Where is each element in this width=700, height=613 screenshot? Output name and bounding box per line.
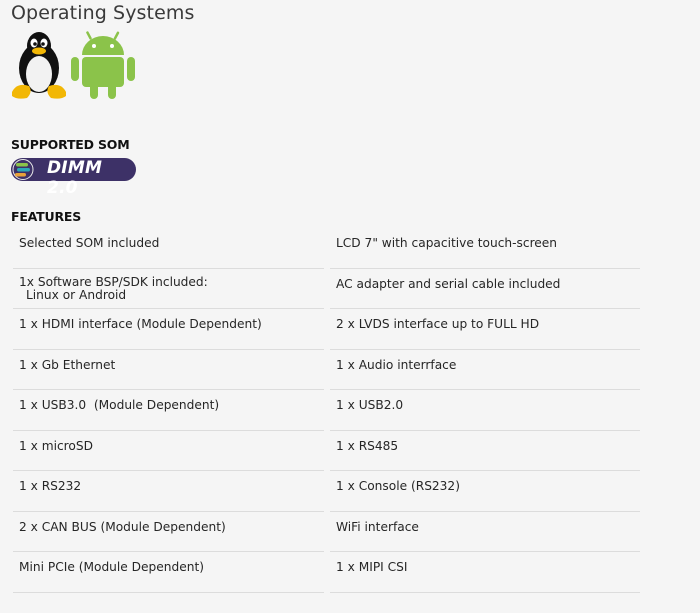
feature-text: 2 x CAN BUS (Module Dependent) [19,519,226,534]
features-table: Selected SOM included LCD 7" with capaci… [13,228,640,593]
feature-cell: AC adapter and serial cable included [330,269,640,310]
feature-cell: 1 x RS232 [13,471,324,512]
feature-cell: 1 x USB3.0 (Module Dependent) [13,390,324,431]
feature-row: 1 x HDMI interface (Module Dependent) 2 … [13,309,640,350]
feature-cell: 1 x HDMI interface (Module Dependent) [13,309,324,350]
feature-cell: 1 x Audio interrface [330,350,640,391]
feature-subtext: Linux or Android [26,288,127,302]
feature-row: 1x Software BSP/SDK included: Linux or A… [13,269,640,310]
feature-text: 1 x Console (RS232) [336,479,460,493]
feature-text: LCD 7" with capacitive touch-screen [336,236,558,250]
feature-cell: 2 x LVDS interface up to FULL HD [330,309,640,350]
feature-text: 1 x HDMI interface (Module Dependent) [19,317,262,331]
feature-row: 1 x Gb Ethernet 1 x Audio interrface [13,350,640,391]
feature-text: 1 x microSD [19,438,93,453]
feature-row: Mini PCIe (Module Dependent) 1 x MIPI CS… [13,552,640,593]
feature-text: 1 x Gb Ethernet [19,357,116,372]
feature-text: 1 x Audio interrface [336,357,457,372]
feature-text: AC adapter and serial cable included [336,276,561,291]
feature-row: Selected SOM included LCD 7" with capaci… [13,228,640,269]
feature-cell: 2 x CAN BUS (Module Dependent) [13,512,324,553]
feature-text: 1 x MIPI CSI [336,560,408,574]
feature-cell: 1 x Gb Ethernet [13,350,324,391]
feature-cell: 1 x Console (RS232) [330,471,640,512]
dimm-badge: DIMM 2.0 [10,157,137,198]
feature-cell: 1x Software BSP/SDK included: Linux or A… [13,269,324,310]
feature-row: 1 x microSD 1 x RS485 [13,431,640,472]
feature-text: 2 x LVDS interface up to FULL HD [336,317,540,331]
feature-text: WiFi interface [336,519,419,534]
supported-som-heading: SUPPORTED SOM [11,137,130,152]
feature-text: 1 x USB3.0 (Module Dependent) [19,398,220,412]
feature-text: 1 x RS232 [19,479,82,493]
feature-row: 2 x CAN BUS (Module Dependent) WiFi inte… [13,512,640,553]
feature-cell: Mini PCIe (Module Dependent) [13,552,324,593]
feature-cell: LCD 7" with capacitive touch-screen [330,228,640,269]
feature-text: 1 x USB2.0 [336,398,404,412]
feature-text: 1x Software BSP/SDK included: [19,274,208,289]
feature-cell: 1 x USB2.0 [330,390,640,431]
os-icons [9,30,139,102]
feature-cell: 1 x microSD [13,431,324,472]
feature-text: Selected SOM included [19,236,160,250]
dimm-badge-text: DIMM 2.0 [47,158,103,198]
feature-text: 1 x RS485 [336,438,399,453]
feature-row: 1 x USB3.0 (Module Dependent) 1 x USB2.0 [13,390,640,431]
feature-cell: Selected SOM included [13,228,324,269]
feature-cell: 1 x RS485 [330,431,640,472]
feature-row: 1 x RS232 1 x Console (RS232) [13,471,640,512]
linux-tux-icon [12,32,66,99]
features-heading: FEATURES [11,209,82,224]
feature-text: Mini PCIe (Module Dependent) [19,560,204,574]
page-title: Operating Systems [11,2,195,24]
android-icon [71,31,135,99]
feature-cell: WiFi interface [330,512,640,553]
feature-cell: 1 x MIPI CSI [330,552,640,593]
